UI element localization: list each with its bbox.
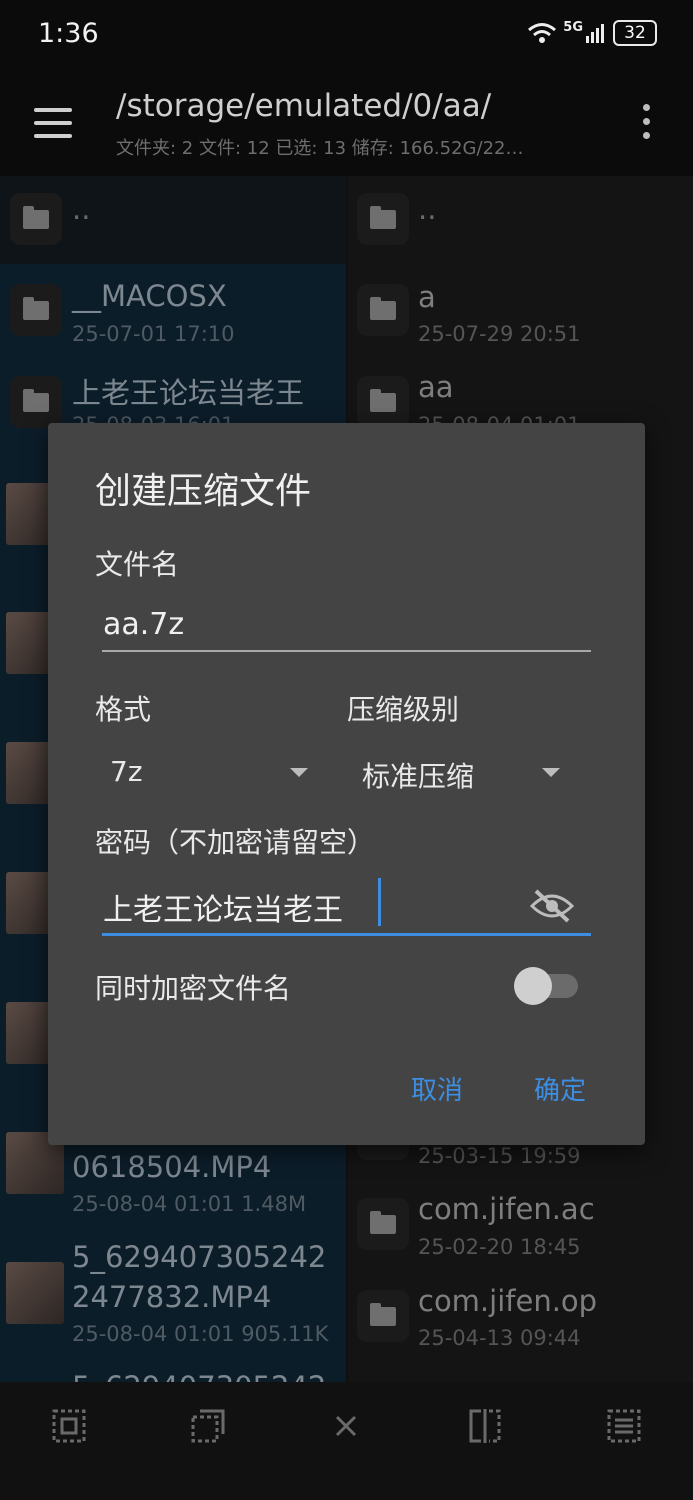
filename-input[interactable]: aa.7z — [103, 607, 184, 642]
item-name: com.jifen.ac — [418, 1192, 595, 1226]
password-label: 密码（不加密请留空） — [95, 826, 376, 859]
folder-icon — [10, 284, 62, 336]
item-meta: 25-07-29 20:51 — [418, 322, 581, 346]
format-value: 7z — [110, 755, 143, 788]
password-input[interactable]: 上老王论坛当老王 — [103, 885, 343, 929]
cancel-button[interactable]: 取消 — [411, 1070, 463, 1107]
item-meta: 25-03-15 19:59 — [418, 1144, 581, 1168]
folder-icon — [10, 376, 62, 428]
clear-selection-icon[interactable] — [328, 1408, 364, 1444]
level-label: 压缩级别 — [347, 693, 460, 726]
item-meta: 25-08-04 01:01 905.11K — [72, 1322, 329, 1346]
item-name: com.jifen.op — [418, 1284, 598, 1318]
folder-icon — [357, 193, 409, 245]
filename-underline — [102, 650, 591, 652]
select-all-list-icon[interactable] — [606, 1408, 642, 1444]
chevron-down-icon — [542, 768, 560, 777]
chevron-down-icon — [290, 768, 308, 777]
current-path: /storage/emulated/0/aa/ — [116, 88, 492, 124]
battery-icon: 32 — [613, 20, 657, 46]
video-thumbnail — [6, 1262, 64, 1324]
select-all-icon[interactable] — [51, 1408, 87, 1444]
item-name: 上老王论坛当老王 — [72, 376, 305, 410]
select-range-icon[interactable] — [190, 1408, 226, 1444]
text-caret — [378, 878, 381, 926]
folder-icon — [357, 284, 409, 336]
item-name: 0618504.MP4 — [72, 1150, 272, 1184]
item-name: 5_629407305242 — [72, 1370, 326, 1382]
item-meta: 25-08-04 01:01 — [418, 413, 581, 423]
invert-selection-icon[interactable] — [467, 1408, 503, 1444]
eye-off-icon[interactable] — [530, 888, 574, 924]
more-options-icon[interactable] — [640, 104, 652, 140]
item-name: .. — [72, 192, 91, 226]
password-underline — [102, 933, 591, 936]
item-name: a — [418, 280, 436, 314]
item-name: 5_629407305242 — [72, 1240, 327, 1274]
format-label: 格式 — [95, 693, 152, 726]
network-type: 5G — [563, 20, 583, 35]
item-name: aa — [418, 370, 454, 404]
folder-icon — [357, 1290, 409, 1342]
item-meta: 25-04-13 09:44 — [418, 1326, 581, 1350]
battery-level: 32 — [624, 23, 646, 43]
wifi-icon — [528, 23, 557, 43]
toggle-knob — [514, 967, 552, 1005]
folder-stats: 文件夹: 2 文件: 12 已选: 13 储存: 166.52G/22… — [116, 138, 524, 159]
folder-icon — [357, 376, 409, 428]
item-meta: 25-08-04 01:01 1.48M — [72, 1192, 307, 1216]
item-meta: 25-08-03 16:01 — [72, 413, 235, 423]
folder-icon — [357, 1198, 409, 1250]
system-icons: 5G 32 — [527, 20, 657, 46]
menu-icon[interactable] — [34, 108, 72, 138]
dialog-title: 创建压缩文件 — [95, 471, 312, 512]
item-meta: 25-02-20 18:45 — [418, 1235, 581, 1259]
ok-button[interactable]: 确定 — [534, 1070, 586, 1107]
item-meta: 25-07-01 17:10 — [72, 322, 235, 346]
level-value: 标准压缩 — [362, 760, 475, 793]
item-name: .. — [418, 192, 437, 226]
status-time: 1:36 — [38, 18, 99, 49]
folder-icon — [10, 193, 62, 245]
item-name-line2: 2477832.MP4 — [72, 1280, 272, 1314]
filename-label: 文件名 — [95, 548, 180, 581]
item-name: __MACOSX — [72, 279, 227, 313]
encrypt-filenames-label: 同时加密文件名 — [95, 972, 292, 1005]
signal-icon — [586, 24, 604, 43]
